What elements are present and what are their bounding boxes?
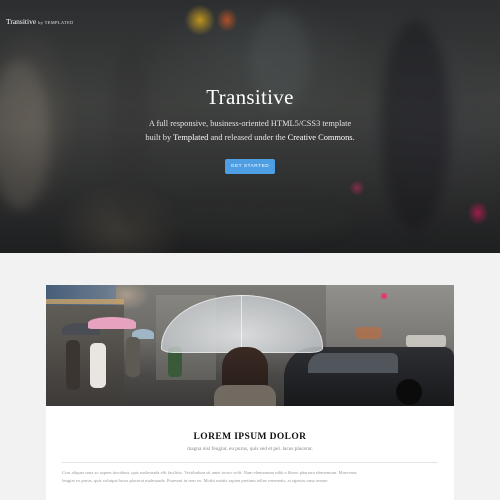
- templated-link[interactable]: Templated: [173, 133, 208, 142]
- creative-commons-link[interactable]: Creative Commons: [288, 133, 353, 142]
- hero-subtitle: A full responsive, business-oriented HTM…: [0, 117, 500, 144]
- hero-subtitle-line1: A full responsive, business-oriented HTM…: [148, 119, 352, 128]
- hero-subtitle-pre: built by: [145, 132, 174, 142]
- feature-image: [46, 285, 454, 406]
- logo-name: Transitive: [6, 17, 37, 26]
- top-navigation: Transitive by TEMPLATED: [0, 0, 500, 30]
- main-content: LOREM IPSUM DOLOR magna nisi feugiat, eu…: [0, 253, 500, 500]
- feature-title: LOREM IPSUM DOLOR: [193, 432, 307, 442]
- hero-banner: Transitive by TEMPLATED Transitive A full…: [0, 0, 500, 253]
- divider: [62, 462, 438, 463]
- feature-card-body: LOREM IPSUM DOLOR magna nisi feugiat, eu…: [46, 406, 454, 485]
- logo-byline: by TEMPLATED: [38, 20, 74, 25]
- hero-subtitle-end: .: [352, 132, 355, 142]
- feature-paragraph-line2: feugiat ex purus, quis volutpat lacus pl…: [62, 478, 329, 483]
- feature-paragraph: Cras aliquet urna ac sapien tincidunt, q…: [62, 469, 438, 485]
- hero-title: Transitive: [206, 85, 294, 109]
- feature-card: LOREM IPSUM DOLOR magna nisi feugiat, eu…: [46, 285, 454, 500]
- feature-subtitle: magna nisi feugiat, eu purus, quis sed e…: [187, 446, 313, 452]
- site-logo[interactable]: Transitive by TEMPLATED: [6, 11, 74, 29]
- hero-content: Transitive A full responsive, business-o…: [0, 85, 500, 174]
- feature-paragraph-line1: Cras aliquet urna ac sapien tincidunt, q…: [62, 470, 357, 475]
- get-started-button[interactable]: GET STARTED: [225, 159, 275, 174]
- hero-subtitle-mid: and released under the: [208, 132, 288, 142]
